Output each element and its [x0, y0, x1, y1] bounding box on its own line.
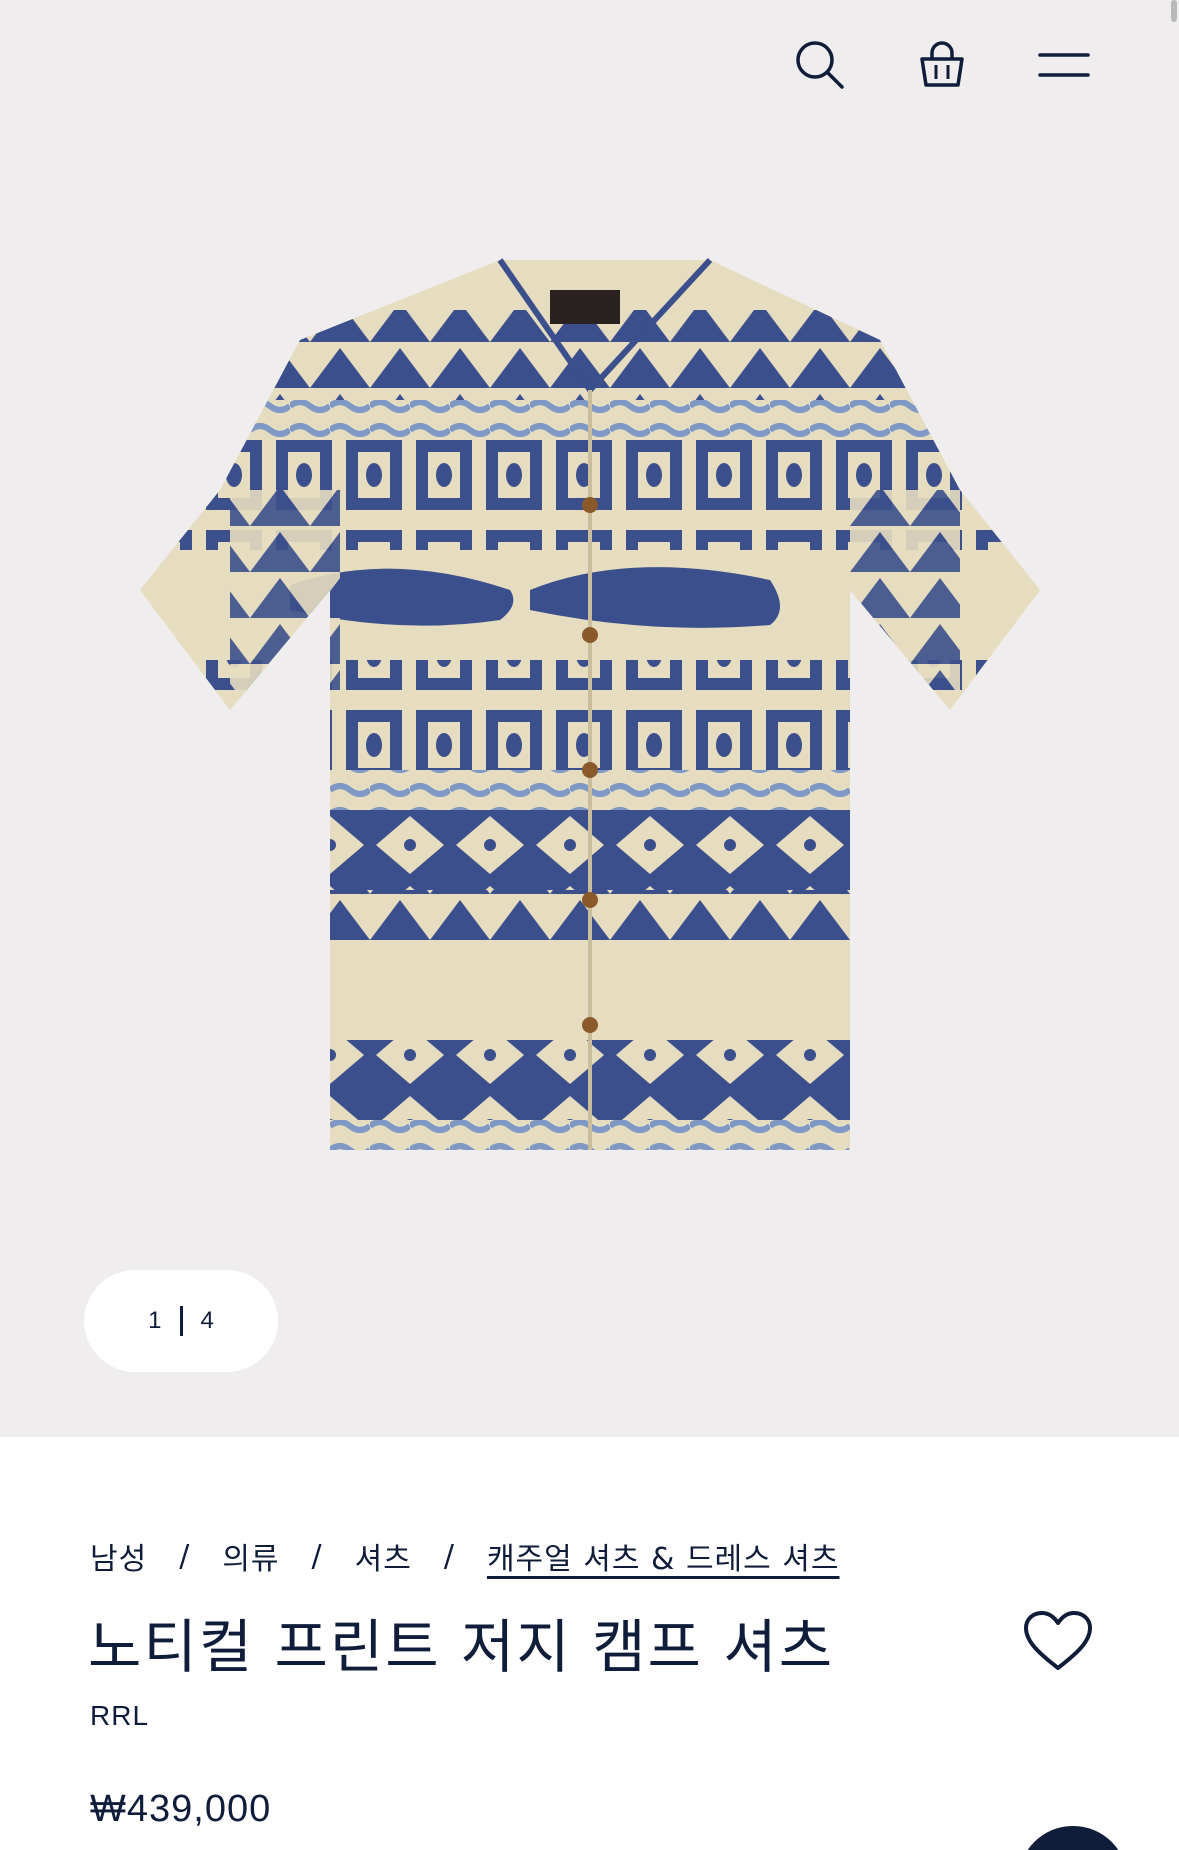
product-image[interactable]: [130, 250, 1050, 1180]
product-gallery[interactable]: 1 4: [0, 0, 1179, 1437]
pager-total: 4: [200, 1307, 214, 1334]
menu-button[interactable]: [1029, 30, 1099, 100]
pager-divider: [179, 1306, 183, 1336]
breadcrumb-item-shirts[interactable]: 셔츠: [355, 1534, 412, 1578]
wishlist-button[interactable]: [1022, 1610, 1094, 1674]
heart-icon: [1024, 1611, 1092, 1670]
pager-current: 1: [148, 1307, 162, 1334]
product-title: 노티컬 프린트 저지 캠프 셔츠: [88, 1613, 835, 1681]
shopping-bag-icon: [920, 41, 964, 87]
gallery-pager: 1 4: [84, 1270, 278, 1372]
brand-link[interactable]: RRL: [90, 1700, 149, 1732]
breadcrumb: 남성 / 의류 / 셔츠 / 캐주얼 셔츠 & 드레스 셔츠: [90, 1534, 839, 1578]
menu-icon: [1038, 53, 1090, 77]
breadcrumb-item-men[interactable]: 남성: [90, 1534, 147, 1578]
shopping-bag-button[interactable]: [907, 30, 977, 100]
breadcrumb-separator: /: [179, 1538, 191, 1574]
breadcrumb-item-casual-dress-shirts[interactable]: 캐주얼 셔츠 & 드레스 셔츠: [487, 1534, 840, 1578]
search-icon: [796, 41, 844, 89]
product-price: ₩439,000: [90, 1788, 272, 1830]
floating-action-button[interactable]: [1018, 1826, 1128, 1850]
search-button[interactable]: [785, 30, 855, 100]
header-toolbar: [759, 0, 1179, 130]
breadcrumb-separator: /: [443, 1538, 455, 1574]
breadcrumb-item-clothing[interactable]: 의류: [222, 1534, 279, 1578]
breadcrumb-separator: /: [311, 1538, 323, 1574]
